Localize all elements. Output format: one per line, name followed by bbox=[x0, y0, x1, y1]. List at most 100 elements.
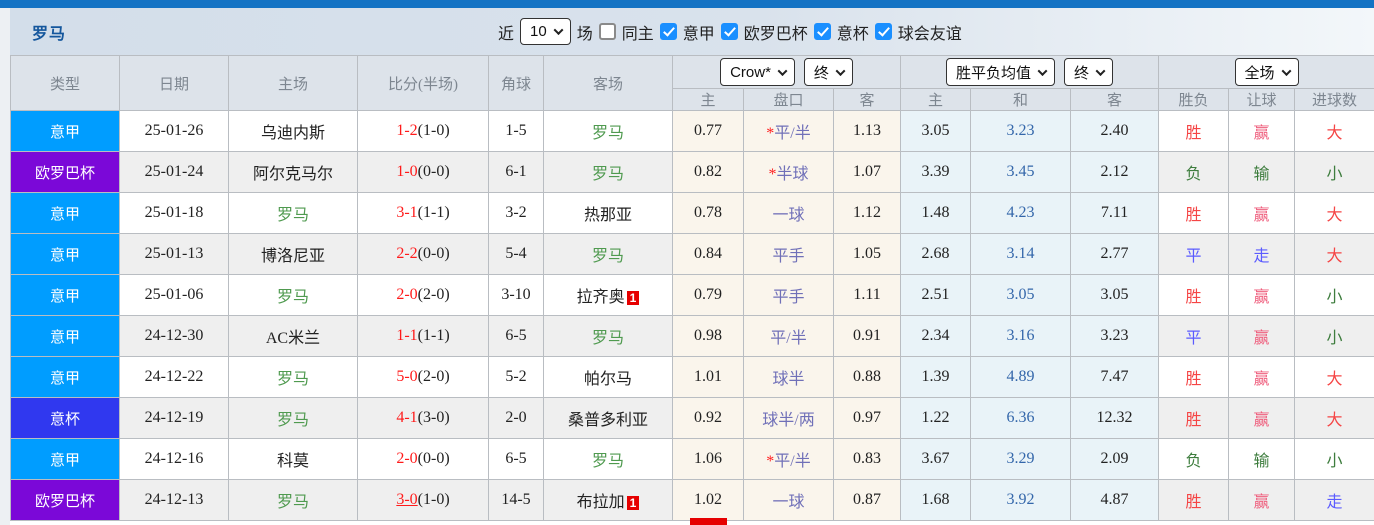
result-value: 负 bbox=[1185, 166, 1202, 183]
corners-cell: 6-5 bbox=[488, 315, 544, 357]
away-team-link[interactable]: 帕尔马 bbox=[584, 371, 632, 388]
col-header-corners: 角球 bbox=[488, 55, 544, 111]
home-team-link[interactable]: AC米兰 bbox=[266, 330, 320, 347]
odds-home-cell: 1.02 bbox=[672, 479, 744, 521]
avg-draw-cell: 4.89 bbox=[970, 356, 1072, 398]
odds-away-cell: 1.12 bbox=[832, 192, 902, 234]
result-value: 平 bbox=[1185, 330, 1202, 347]
date-cell: 25-01-26 bbox=[119, 110, 229, 152]
checkbox-coppa-italia-label: 意杯 bbox=[836, 25, 869, 43]
handicap-value: 半球 bbox=[776, 166, 809, 183]
halftime-score: (1-0) bbox=[417, 122, 450, 139]
fulltime-score-link[interactable]: 4-1 bbox=[396, 409, 417, 426]
result-cell: 负 bbox=[1158, 151, 1230, 193]
date-cell: 25-01-13 bbox=[119, 233, 229, 275]
handicap-result-value: 输 bbox=[1253, 166, 1270, 183]
away-team-cell: 罗马 bbox=[543, 438, 673, 480]
date-cell: 25-01-06 bbox=[119, 274, 229, 316]
odds-home-cell: 1.01 bbox=[672, 356, 744, 398]
fulltime-score-link[interactable]: 3-1 bbox=[396, 204, 417, 221]
handicap-result-cell: 输 bbox=[1228, 438, 1296, 480]
checkbox-coppa-italia[interactable] bbox=[813, 23, 831, 40]
score-cell: 4-1(3-0) bbox=[357, 397, 489, 439]
checkbox-seriea[interactable] bbox=[659, 23, 677, 40]
home-team-link[interactable]: 罗马 bbox=[277, 412, 309, 429]
chevron-down-icon bbox=[1095, 65, 1106, 76]
result-cell: 胜 bbox=[1158, 356, 1230, 398]
date-cell: 24-12-30 bbox=[119, 315, 229, 357]
checkbox-europa-league[interactable] bbox=[720, 23, 738, 40]
table-row: 意甲 24-12-22 罗马 5-0(2-0) 5-2 帕尔马 1.01 球半 … bbox=[10, 356, 1374, 398]
halftime-score: (0-0) bbox=[417, 163, 450, 180]
home-team-link[interactable]: 阿尔克马尔 bbox=[253, 166, 333, 183]
fulltime-score-link[interactable]: 3-0 bbox=[396, 491, 417, 508]
games-label: 场 bbox=[576, 25, 593, 43]
goals-result-value: 走 bbox=[1326, 494, 1343, 511]
date-cell: 25-01-24 bbox=[119, 151, 229, 193]
home-team-link[interactable]: 罗马 bbox=[277, 371, 309, 388]
chevron-down-icon bbox=[777, 65, 788, 76]
fulltime-score-link[interactable]: 2-2 bbox=[396, 245, 417, 262]
away-team-link[interactable]: 拉齐奥 bbox=[577, 289, 625, 306]
away-team-link[interactable]: 罗马 bbox=[592, 166, 624, 183]
away-team-cell: 拉齐奥 1 bbox=[543, 274, 673, 316]
home-team-link[interactable]: 罗马 bbox=[277, 494, 309, 511]
avg-draw-cell: 3.16 bbox=[970, 315, 1072, 357]
same-venue-label: 同主 bbox=[621, 25, 654, 43]
sub-header-avg-away: 客 bbox=[1070, 88, 1160, 111]
result-cell: 胜 bbox=[1158, 274, 1230, 316]
avg-home-cell: 1.68 bbox=[900, 479, 972, 521]
odds-company-select[interactable]: Crow* bbox=[720, 58, 795, 86]
fulltime-score-link[interactable]: 2-0 bbox=[396, 450, 417, 467]
fulltime-score-link[interactable]: 1-1 bbox=[396, 327, 417, 344]
halftime-score: (1-1) bbox=[417, 327, 450, 344]
odds-time-select-1[interactable]: 终 bbox=[803, 58, 853, 86]
away-team-cell: 罗马 bbox=[543, 315, 673, 357]
away-team-link[interactable]: 罗马 bbox=[592, 330, 624, 347]
fulltime-score-link[interactable]: 1-0 bbox=[396, 163, 417, 180]
result-value: 胜 bbox=[1185, 289, 1202, 306]
home-team-link[interactable]: 科莫 bbox=[277, 453, 309, 470]
fulltime-score-link[interactable]: 1-2 bbox=[396, 122, 417, 139]
handicap-result-value: 赢 bbox=[1253, 371, 1270, 388]
handicap-cell: 球半/两 bbox=[743, 397, 834, 439]
away-team-link[interactable]: 热那亚 bbox=[584, 207, 632, 224]
away-team-link[interactable]: 罗马 bbox=[592, 453, 624, 470]
home-team-link[interactable]: 乌迪内斯 bbox=[261, 125, 325, 142]
fulltime-score-link[interactable]: 5-0 bbox=[396, 368, 417, 385]
league-type-cell: 意甲 bbox=[10, 110, 120, 152]
home-team-link[interactable]: 博洛尼亚 bbox=[261, 248, 325, 265]
result-value: 胜 bbox=[1185, 207, 1202, 224]
match-scope-select[interactable]: 全场 bbox=[1234, 58, 1299, 86]
away-team-cell: 罗马 bbox=[543, 110, 673, 152]
fulltime-score-link[interactable]: 2-0 bbox=[396, 286, 417, 303]
goals-result-cell: 大 bbox=[1294, 233, 1374, 275]
checkbox-club-friendly-label: 球会友谊 bbox=[897, 25, 962, 43]
sub-header-handicap-result: 让球 bbox=[1228, 88, 1296, 111]
checkbox-club-friendly[interactable] bbox=[874, 23, 892, 40]
avg-home-cell: 2.51 bbox=[900, 274, 972, 316]
away-team-link[interactable]: 布拉加 bbox=[577, 494, 625, 511]
avg-time-select[interactable]: 终 bbox=[1064, 58, 1114, 86]
halftime-score: (3-0) bbox=[417, 409, 450, 426]
away-team-cell: 布拉加 1 bbox=[543, 479, 673, 521]
date-cell: 24-12-16 bbox=[119, 438, 229, 480]
table-row: 意甲 25-01-06 罗马 2-0(2-0) 3-10 拉齐奥 1 0.79 平… bbox=[10, 274, 1374, 316]
chevron-down-icon bbox=[835, 65, 846, 76]
recent-label: 近 bbox=[498, 25, 515, 43]
home-team-link[interactable]: 罗马 bbox=[277, 289, 309, 306]
avg-type-select[interactable]: 胜平负均值 bbox=[946, 58, 1056, 86]
matches-count-select[interactable]: 10 bbox=[520, 18, 571, 45]
score-cell: 2-0(2-0) bbox=[357, 274, 489, 316]
away-team-link[interactable]: 桑普多利亚 bbox=[568, 412, 648, 429]
handicap-result-value: 输 bbox=[1253, 453, 1270, 470]
corners-cell: 5-4 bbox=[488, 233, 544, 275]
goals-result-value: 小 bbox=[1326, 289, 1343, 306]
home-team-link[interactable]: 罗马 bbox=[277, 207, 309, 224]
away-team-link[interactable]: 罗马 bbox=[592, 248, 624, 265]
avg-home-cell: 2.34 bbox=[900, 315, 972, 357]
same-venue-checkbox[interactable] bbox=[598, 23, 616, 40]
odds-home-cell: 0.82 bbox=[672, 151, 744, 193]
away-team-link[interactable]: 罗马 bbox=[592, 125, 624, 142]
col-header-type: 类型 bbox=[10, 55, 120, 111]
